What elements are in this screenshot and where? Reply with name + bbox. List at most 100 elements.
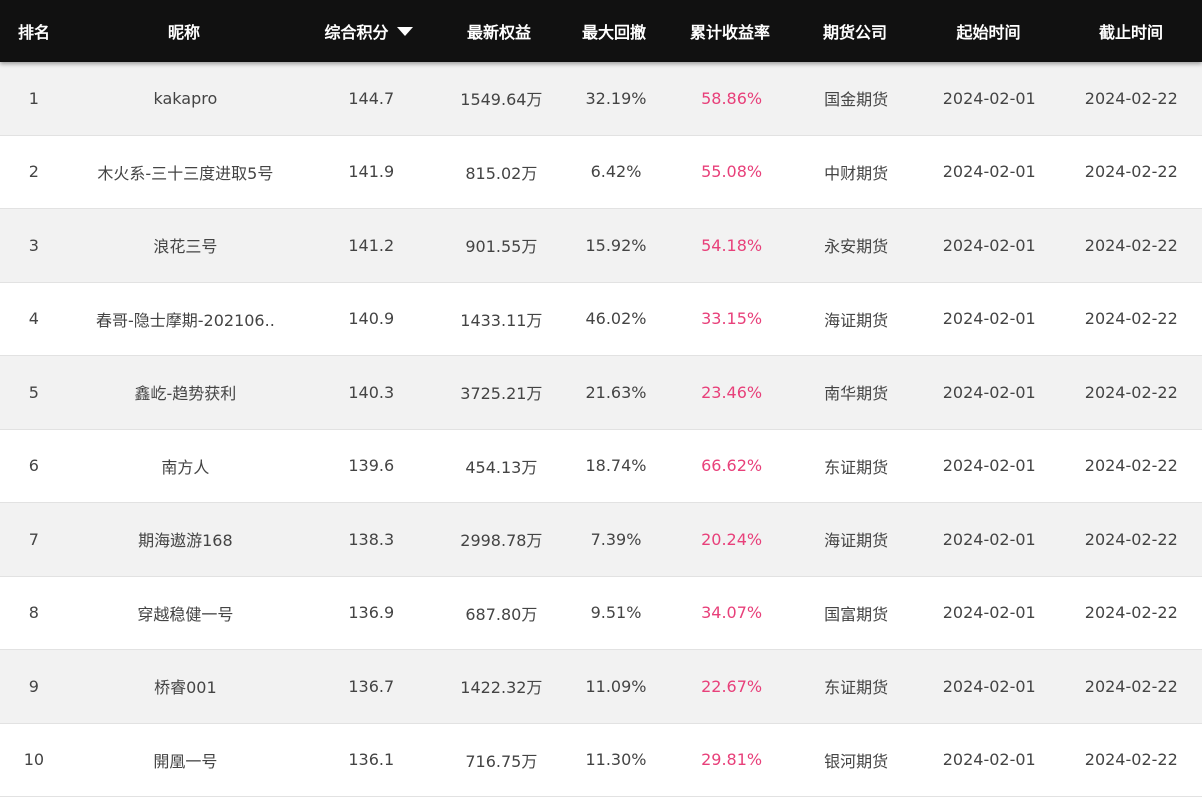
caret-down-icon [396,26,413,36]
rank-cell: 4 [28,309,39,329]
table-row: 7 期海遨游168 138.3 2998.78万 7.39% 20.24% 海证期货 2024… [0,503,1202,577]
equity-cell: 901.55万 [465,237,538,257]
header-end-date: 截止时间 [1098,23,1163,42]
drawdown-cell: 6.42% [590,162,642,182]
return-cell: 55.08% [701,162,763,182]
start-date-cell: 2024-02-01 [942,603,1036,623]
rank-cell: 1 [28,88,39,108]
table-row: 3 浪花三号 141.2 901.55万 15.92% 54.18% 永安期货 2024-02… [0,209,1202,283]
company-cell: 中财期货 [824,163,889,183]
equity-cell: 716.75万 [465,751,538,771]
start-date-cell: 2024-02-01 [942,235,1036,255]
return-cell: 20.24% [701,529,763,549]
header-rank: 排名 [17,23,50,42]
header-score-sort-button[interactable]: 综合积分 [300,0,437,62]
company-cell: 海证期货 [824,310,889,330]
nickname-cell[interactable]: kakapro [68,62,303,135]
rank-cell: 3 [28,235,39,255]
equity-cell: 2998.78万 [460,531,543,551]
header-cumulative-return: 累计收益率 [689,23,770,42]
return-cell: 34.07% [701,603,763,623]
return-cell: 66.62% [701,456,763,476]
table-row: 4 春哥-隐士摩期-202106.. 140.9 1433.11万 46.02% 33.1… [0,282,1202,356]
header-start-date: 起始时间 [956,23,1021,42]
equity-cell: 3725.21万 [460,384,543,404]
score-cell: 141.9 [348,162,395,182]
nickname-cell[interactable]: 桥睿001 [68,650,303,723]
table-row: 9 桥睿001 136.7 1422.32万 11.09% 22.67% 东证期货 2024-… [0,650,1202,724]
return-cell: 33.15% [701,309,763,329]
table-row: 2 木火系-三十三度进取5号 141.9 815.02万 6.42% 55.08% 中财期货… [0,135,1202,209]
rank-cell: 8 [28,603,39,623]
rank-cell: 5 [28,382,39,402]
ranking-table: 排名 昵称 综合积分 最新权益 最大回撤 累计收益率 期货公司 起始时间 截止时… [0,0,1202,797]
nickname-cell[interactable]: 穿越稳健一号 [68,577,303,650]
nickname-cell[interactable]: 南方人 [68,430,303,503]
rank-cell: 10 [23,750,45,770]
drawdown-cell: 18.74% [585,456,647,476]
company-cell: 东证期货 [824,457,889,477]
header-nickname: 昵称 [167,23,200,42]
start-date-cell: 2024-02-01 [942,676,1036,696]
company-cell: 南华期货 [824,384,889,404]
score-cell: 140.3 [348,382,395,402]
rank-cell: 9 [28,676,39,696]
nickname-cell[interactable]: 木火系-三十三度进取5号 [68,136,303,209]
company-cell: 东证期货 [824,678,889,698]
score-cell: 136.9 [348,603,395,623]
score-cell: 141.2 [348,235,395,255]
end-date-cell: 2024-02-22 [1084,603,1178,623]
header-latest-equity: 最新权益 [466,23,531,42]
end-date-cell: 2024-02-22 [1084,750,1178,770]
score-cell: 138.3 [348,529,395,549]
rank-cell: 7 [28,529,39,549]
nickname-cell[interactable]: 開凰一号 [68,724,303,797]
score-cell: 140.9 [348,309,395,329]
score-cell: 144.7 [348,88,395,108]
drawdown-cell: 11.30% [585,750,647,770]
table-row: 10 開凰一号 136.1 716.75万 11.30% 29.81% 银河期货 2024-0… [0,723,1202,797]
drawdown-cell: 9.51% [590,603,642,623]
nickname-cell[interactable]: 春哥-隐士摩期-202106.. [68,283,303,356]
company-cell: 国金期货 [824,90,889,110]
nickname-cell[interactable]: 浪花三号 [68,209,303,282]
equity-cell: 687.80万 [465,604,538,624]
start-date-cell: 2024-02-01 [942,382,1036,402]
table-row: 8 穿越稳健一号 136.9 687.80万 9.51% 34.07% 国富期货 2024-0… [0,576,1202,650]
nickname-cell[interactable]: 鑫屹-趋势获利 [68,356,303,429]
equity-cell: 1549.64万 [460,90,543,110]
return-cell: 54.18% [701,235,763,255]
start-date-cell: 2024-02-01 [942,456,1036,476]
return-cell: 23.46% [701,382,763,402]
end-date-cell: 2024-02-22 [1084,162,1178,182]
header-score-label: 综合积分 [324,23,389,42]
drawdown-cell: 32.19% [585,88,647,108]
drawdown-cell: 15.92% [585,235,647,255]
header-futures-company: 期货公司 [822,23,887,42]
return-cell: 58.86% [701,88,763,108]
table-row: 1 kakapro 144.7 1549.64万 32.19% 58.86% 国金期货 202… [0,62,1202,136]
drawdown-cell: 21.63% [585,382,647,402]
start-date-cell: 2024-02-01 [942,88,1036,108]
rank-cell: 6 [28,456,39,476]
drawdown-cell: 11.09% [585,676,647,696]
return-cell: 22.67% [701,676,763,696]
return-cell: 29.81% [701,750,763,770]
nickname-cell[interactable]: 期海遨游168 [68,503,303,576]
company-cell: 永安期货 [824,237,889,257]
rank-cell: 2 [28,162,39,182]
drawdown-cell: 7.39% [590,529,642,549]
equity-cell: 815.02万 [465,163,538,183]
table-row: 5 鑫屹-趋势获利 140.3 3725.21万 21.63% 23.46% 南华期货 202… [0,356,1202,430]
company-cell: 国富期货 [824,604,889,624]
equity-cell: 1433.11万 [460,310,543,330]
equity-cell: 454.13万 [465,457,538,477]
end-date-cell: 2024-02-22 [1084,676,1178,696]
end-date-cell: 2024-02-22 [1084,235,1178,255]
start-date-cell: 2024-02-01 [942,750,1036,770]
company-cell: 银河期货 [824,751,889,771]
end-date-cell: 2024-02-22 [1084,88,1178,108]
score-cell: 136.1 [348,750,395,770]
company-cell: 海证期货 [824,531,889,551]
end-date-cell: 2024-02-22 [1084,309,1178,329]
